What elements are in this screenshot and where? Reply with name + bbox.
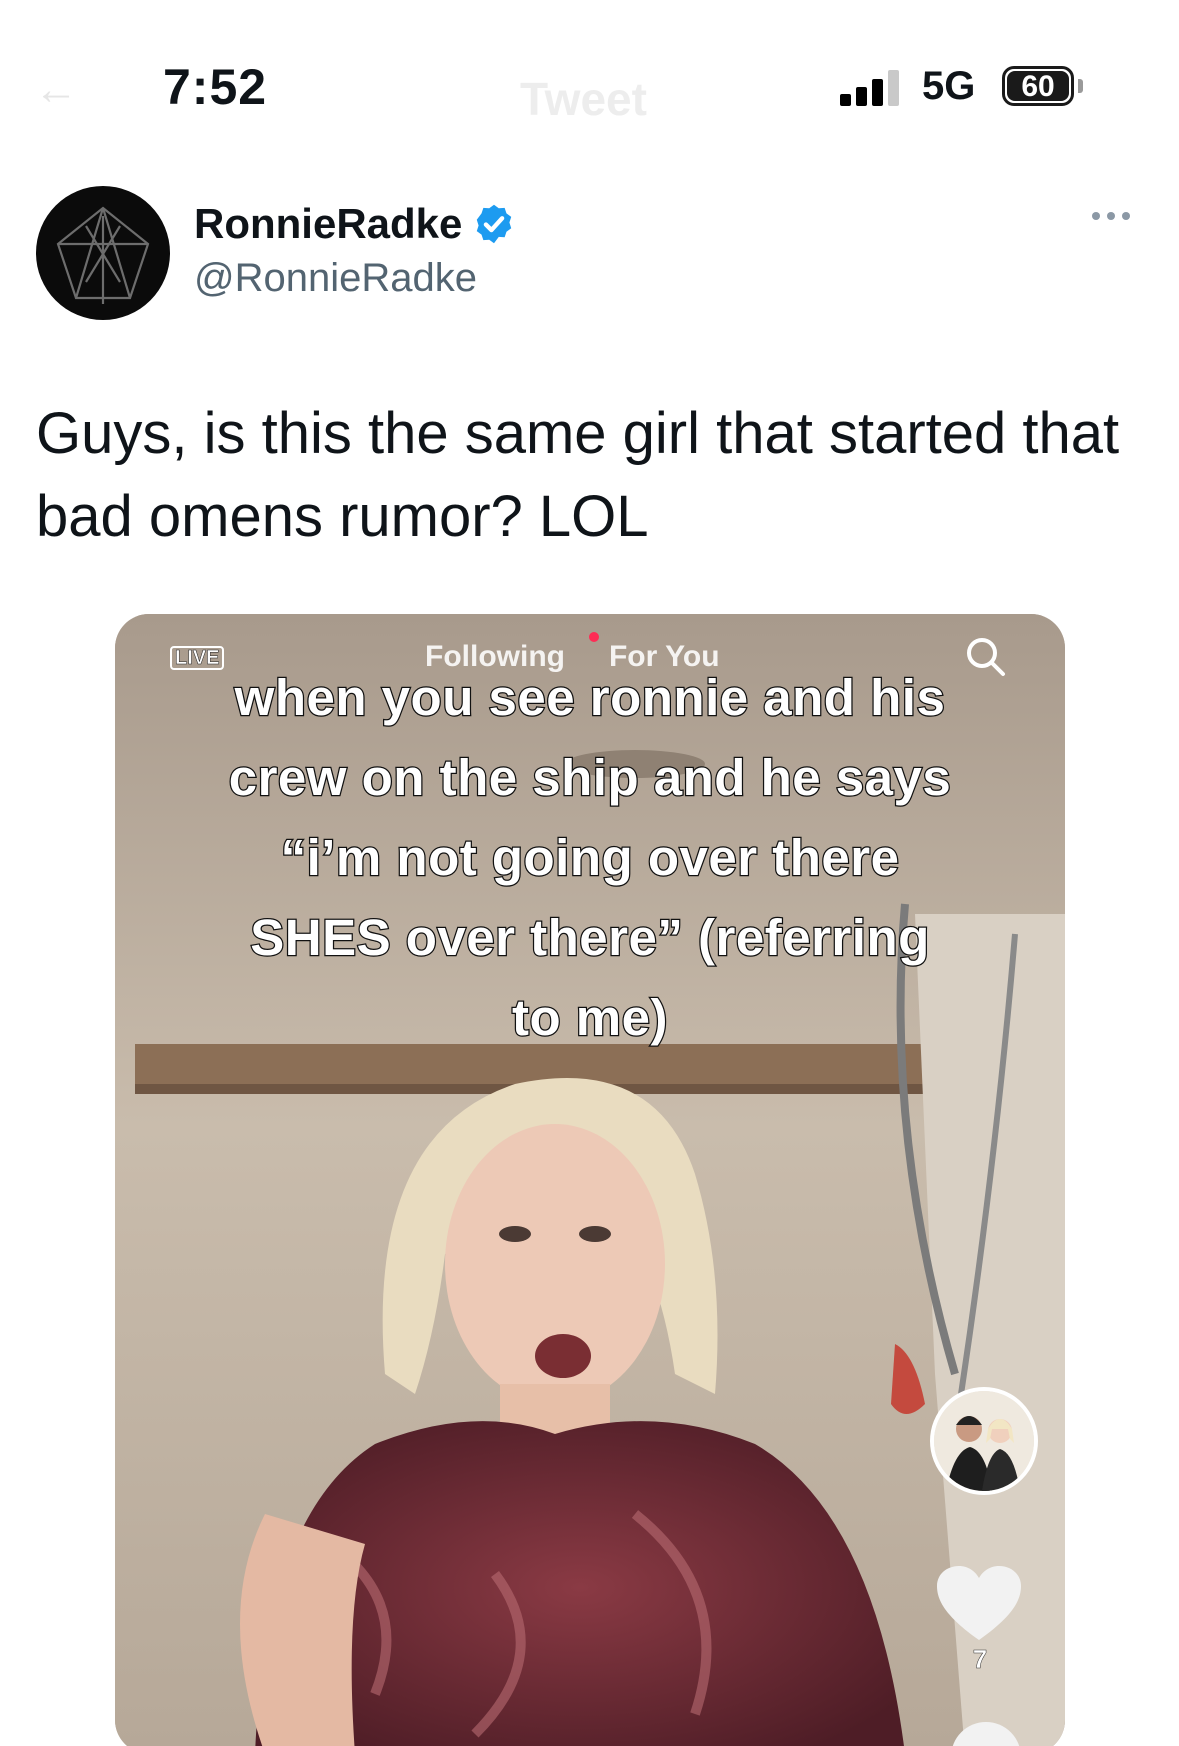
caption-line: SHES over there” (referring: [249, 908, 931, 968]
back-arrow-icon[interactable]: ←: [34, 68, 90, 112]
caption-line: crew on the ship and he says: [227, 748, 952, 808]
more-options-icon[interactable]: [1092, 212, 1130, 220]
creator-avatar: [930, 1387, 1038, 1495]
caption-line: “i’m not going over there: [279, 828, 900, 888]
like-count: 7: [972, 1644, 988, 1675]
verified-badge-icon: [477, 204, 512, 244]
avatar[interactable]: [36, 186, 170, 320]
battery-icon: 60: [1002, 66, 1074, 106]
status-bar: ← Tweet 7:52 5G 60: [0, 0, 1179, 160]
author-handle[interactable]: @RonnieRadke: [194, 256, 477, 301]
creator-avatar-image: [934, 1391, 1034, 1491]
tweet-media[interactable]: LIVE Following For You when you see ronn…: [115, 614, 1065, 1746]
logo-icon: [56, 206, 150, 304]
tweet-text: Guys, is this the same girl that started…: [36, 401, 1120, 549]
author-name-row[interactable]: RonnieRadke: [194, 200, 516, 248]
heart-icon: [937, 1566, 1021, 1640]
battery-cap: [1078, 79, 1083, 93]
network-type: 5G: [922, 64, 976, 108]
status-time: 7:52: [163, 59, 268, 115]
video-caption: when you see ronnie and his crew on the …: [115, 658, 1065, 1058]
display-name[interactable]: RonnieRadke: [194, 200, 462, 248]
signal-icon: [840, 68, 902, 106]
battery-level: 60: [1007, 71, 1069, 102]
caption-line: when you see ronnie and his: [233, 668, 946, 728]
page-title: Tweet: [520, 73, 647, 125]
caption-line: to me): [511, 988, 669, 1048]
